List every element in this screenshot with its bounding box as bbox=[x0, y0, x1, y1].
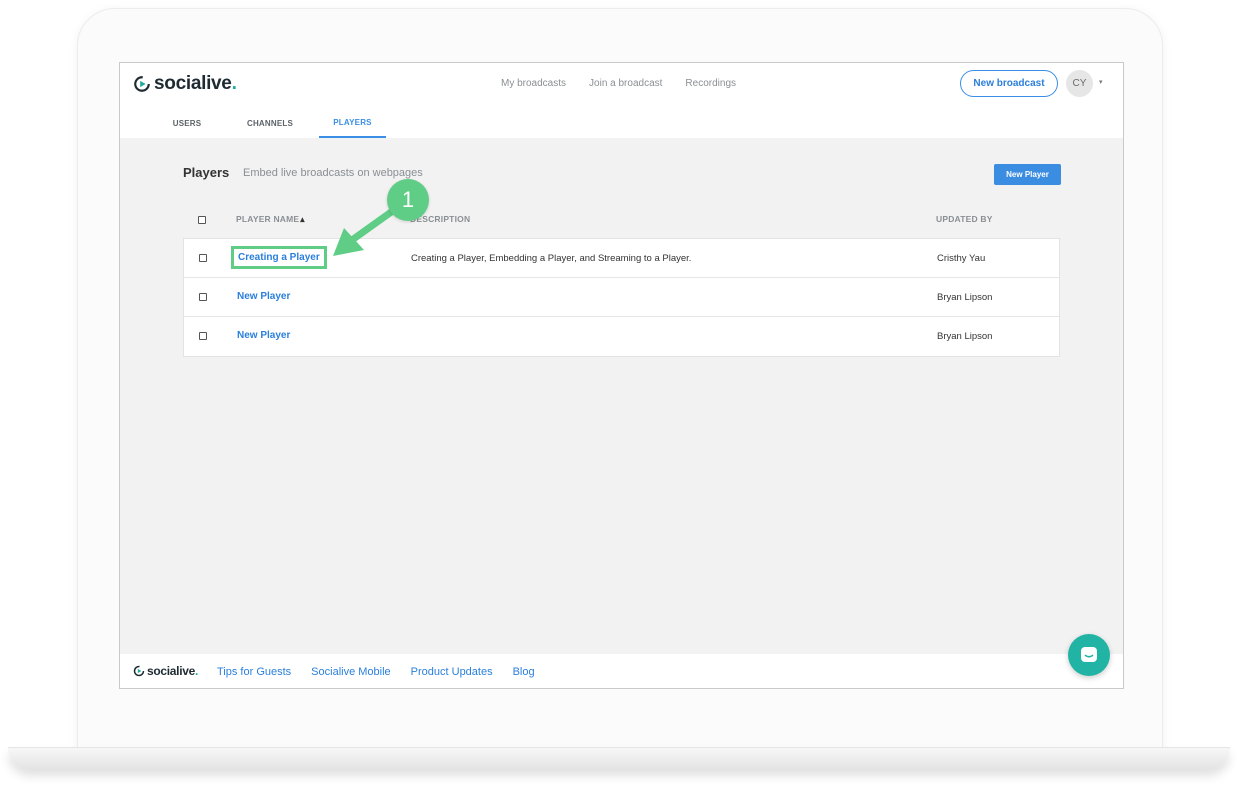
footer-link-socialive-mobile[interactable]: Socialive Mobile bbox=[311, 666, 390, 678]
table-row[interactable]: New Player Bryan Lipson bbox=[184, 317, 1059, 356]
chat-button[interactable] bbox=[1068, 634, 1110, 676]
footer-link-product-updates[interactable]: Product Updates bbox=[411, 666, 493, 678]
footer-links: Tips for Guests Socialive Mobile Product… bbox=[217, 666, 535, 678]
table-row[interactable]: Creating a Player Creating a Player, Emb… bbox=[184, 239, 1059, 278]
players-table: Creating a Player Creating a Player, Emb… bbox=[183, 238, 1060, 357]
logo[interactable]: socialive. bbox=[133, 73, 237, 95]
player-name-link[interactable]: Creating a Player bbox=[231, 246, 327, 269]
row-checkbox[interactable] bbox=[199, 293, 207, 301]
laptop-base bbox=[8, 748, 1230, 770]
tab-users[interactable]: USERS bbox=[160, 109, 214, 138]
select-all-checkbox[interactable] bbox=[198, 216, 206, 224]
stage: socialive. My broadcasts Join a broadcas… bbox=[0, 0, 1237, 793]
player-updated-by: Bryan Lipson bbox=[937, 331, 993, 342]
row-checkbox[interactable] bbox=[199, 254, 207, 262]
footer-logo[interactable]: socialive. bbox=[133, 664, 198, 678]
play-logo-icon bbox=[134, 76, 150, 92]
app-screen: socialive. My broadcasts Join a broadcas… bbox=[119, 62, 1124, 689]
sort-ascending-icon: ▴ bbox=[300, 214, 305, 224]
tab-channels[interactable]: CHANNELS bbox=[237, 109, 303, 138]
table-header: PLAYER NAME▴ DESCRIPTION UPDATED BY bbox=[183, 204, 1060, 238]
tab-players[interactable]: PLAYERS bbox=[319, 109, 386, 138]
nav-join-broadcast[interactable]: Join a broadcast bbox=[589, 78, 662, 89]
new-broadcast-button[interactable]: New broadcast bbox=[960, 70, 1058, 97]
player-description: Creating a Player, Embedding a Player, a… bbox=[411, 253, 692, 264]
player-updated-by: Cristhy Yau bbox=[937, 253, 986, 264]
column-header-updated-by[interactable]: UPDATED BY bbox=[936, 214, 993, 224]
footer-link-tips-for-guests[interactable]: Tips for Guests bbox=[217, 666, 291, 678]
row-checkbox[interactable] bbox=[199, 332, 207, 340]
step-badge: 1 bbox=[387, 179, 429, 221]
footer-link-blog[interactable]: Blog bbox=[513, 666, 535, 678]
avatar[interactable]: CY bbox=[1066, 70, 1093, 97]
table-row[interactable]: New Player Bryan Lipson bbox=[184, 278, 1059, 317]
nav-my-broadcasts[interactable]: My broadcasts bbox=[501, 78, 566, 89]
nav-recordings[interactable]: Recordings bbox=[685, 78, 736, 89]
logo-text: socialive. bbox=[154, 73, 237, 94]
top-nav: My broadcasts Join a broadcast Recording… bbox=[501, 78, 736, 89]
play-logo-icon bbox=[133, 665, 145, 677]
avatar-caret-icon[interactable]: ▾ bbox=[1099, 78, 1103, 86]
top-bar: socialive. My broadcasts Join a broadcas… bbox=[120, 63, 1123, 138]
chat-bubble-icon bbox=[1081, 647, 1097, 662]
new-player-button[interactable]: New Player bbox=[994, 164, 1061, 185]
page-title: Players bbox=[183, 165, 230, 180]
column-header-player-name[interactable]: PLAYER NAME▴ bbox=[236, 214, 305, 225]
player-name-link[interactable]: New Player bbox=[237, 330, 290, 341]
player-updated-by: Bryan Lipson bbox=[937, 292, 993, 303]
player-name-link[interactable]: New Player bbox=[237, 291, 290, 302]
footer: socialive. Tips for Guests Socialive Mob… bbox=[120, 654, 1123, 688]
sub-tabs: USERS CHANNELS PLAYERS bbox=[120, 109, 1123, 138]
footer-logo-text: socialive. bbox=[147, 664, 199, 678]
